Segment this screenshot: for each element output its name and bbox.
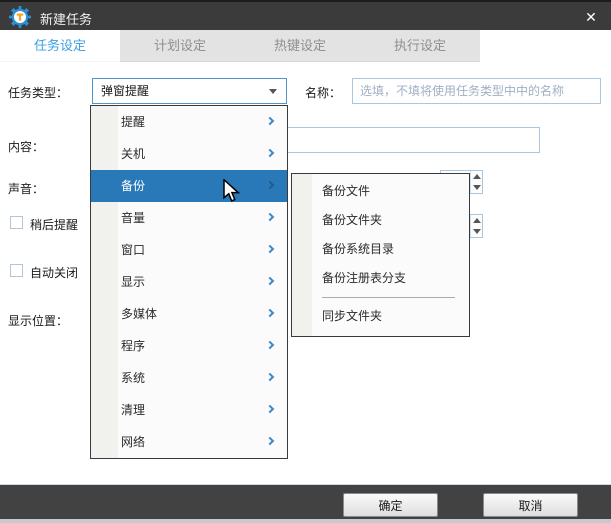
spin-up-icon bbox=[473, 174, 481, 179]
tab-task-settings[interactable]: 任务设定 bbox=[0, 30, 120, 62]
spinner-buttons[interactable] bbox=[470, 215, 482, 237]
menu-item-remind[interactable]: 提醒 bbox=[91, 106, 287, 138]
close-icon[interactable]: ✕ bbox=[581, 7, 601, 27]
window-title: 新建任务 bbox=[40, 9, 92, 28]
menu-item-network[interactable]: 网络 bbox=[91, 426, 287, 458]
tab-hotkey-settings[interactable]: 热键设定 bbox=[240, 30, 360, 62]
submenu-arrow-icon bbox=[266, 437, 274, 445]
task-type-label: 任务类型： bbox=[8, 84, 68, 101]
ok-button[interactable]: 确定 bbox=[343, 493, 438, 517]
spin-down-icon bbox=[473, 185, 481, 190]
submenu-item-backup-registry[interactable]: 备份注册表分支 bbox=[292, 264, 469, 293]
menu-item-multimedia[interactable]: 多媒体 bbox=[91, 298, 287, 330]
task-type-menu: 提醒 关机 备份 音量 窗口 显示 多媒体 程序 系统 清理 网络 bbox=[90, 105, 288, 459]
submenu-arrow-icon bbox=[266, 405, 274, 413]
submenu-separator bbox=[322, 297, 455, 298]
submenu-arrow-icon bbox=[266, 341, 274, 349]
menu-item-display[interactable]: 显示 bbox=[91, 266, 287, 298]
backup-submenu: 备份文件 备份文件夹 备份系统目录 备份注册表分支 同步文件夹 bbox=[291, 173, 470, 337]
menu-item-clean[interactable]: 清理 bbox=[91, 394, 287, 426]
footer-bar: 确定 取消 bbox=[0, 484, 611, 523]
submenu-item-sync-folder[interactable]: 同步文件夹 bbox=[292, 302, 469, 331]
app-gear-icon bbox=[9, 6, 31, 28]
submenu-arrow-icon bbox=[266, 245, 274, 253]
menu-item-system[interactable]: 系统 bbox=[91, 362, 287, 394]
spin-up-icon bbox=[473, 218, 481, 223]
submenu-item-backup-file[interactable]: 备份文件 bbox=[292, 177, 469, 206]
submenu-arrow-icon bbox=[266, 149, 274, 157]
submenu-arrow-icon bbox=[266, 277, 274, 285]
submenu-arrow-icon bbox=[266, 213, 274, 221]
name-input[interactable] bbox=[352, 78, 601, 104]
window-bottom-edge bbox=[0, 519, 611, 523]
cancel-button[interactable]: 取消 bbox=[483, 493, 578, 517]
submenu-item-backup-sysdir[interactable]: 备份系统目录 bbox=[292, 235, 469, 264]
display-position-label: 显示位置： bbox=[8, 312, 68, 329]
menu-item-window[interactable]: 窗口 bbox=[91, 234, 287, 266]
title-bar: 新建任务 ✕ bbox=[0, 0, 611, 30]
tab-bar: 任务设定 计划设定 热键设定 执行设定 bbox=[0, 30, 611, 62]
new-task-dialog: 新建任务 ✕ 任务设定 计划设定 热键设定 执行设定 任务类型： 弹窗提醒 名称… bbox=[0, 0, 611, 523]
sound-label: 声音： bbox=[8, 180, 44, 197]
mouse-cursor-icon bbox=[222, 179, 241, 203]
tab-plan-settings[interactable]: 计划设定 bbox=[120, 30, 240, 62]
dropdown-arrow-icon bbox=[269, 89, 277, 94]
task-type-dropdown[interactable]: 弹窗提醒 bbox=[92, 78, 287, 104]
remind-later-checkbox[interactable] bbox=[10, 216, 23, 229]
spin-down-icon bbox=[473, 229, 481, 234]
auto-close-checkbox[interactable] bbox=[10, 264, 23, 277]
task-type-value: 弹窗提醒 bbox=[101, 84, 149, 98]
submenu-arrow-icon bbox=[266, 181, 274, 189]
menu-item-volume[interactable]: 音量 bbox=[91, 202, 287, 234]
menu-item-shutdown[interactable]: 关机 bbox=[91, 138, 287, 170]
auto-close-label: 自动关闭 bbox=[30, 264, 78, 281]
content-label: 内容： bbox=[8, 138, 44, 155]
menu-item-program[interactable]: 程序 bbox=[91, 330, 287, 362]
submenu-item-backup-folder[interactable]: 备份文件夹 bbox=[292, 206, 469, 235]
menu-item-backup[interactable]: 备份 bbox=[91, 170, 287, 202]
remind-later-label: 稍后提醒 bbox=[30, 216, 78, 233]
submenu-arrow-icon bbox=[266, 373, 274, 381]
tab-execute-settings[interactable]: 执行设定 bbox=[360, 30, 480, 62]
name-label: 名称： bbox=[305, 84, 341, 101]
submenu-arrow-icon bbox=[266, 309, 274, 317]
submenu-arrow-icon bbox=[266, 117, 274, 125]
spinner-buttons[interactable] bbox=[470, 171, 482, 193]
